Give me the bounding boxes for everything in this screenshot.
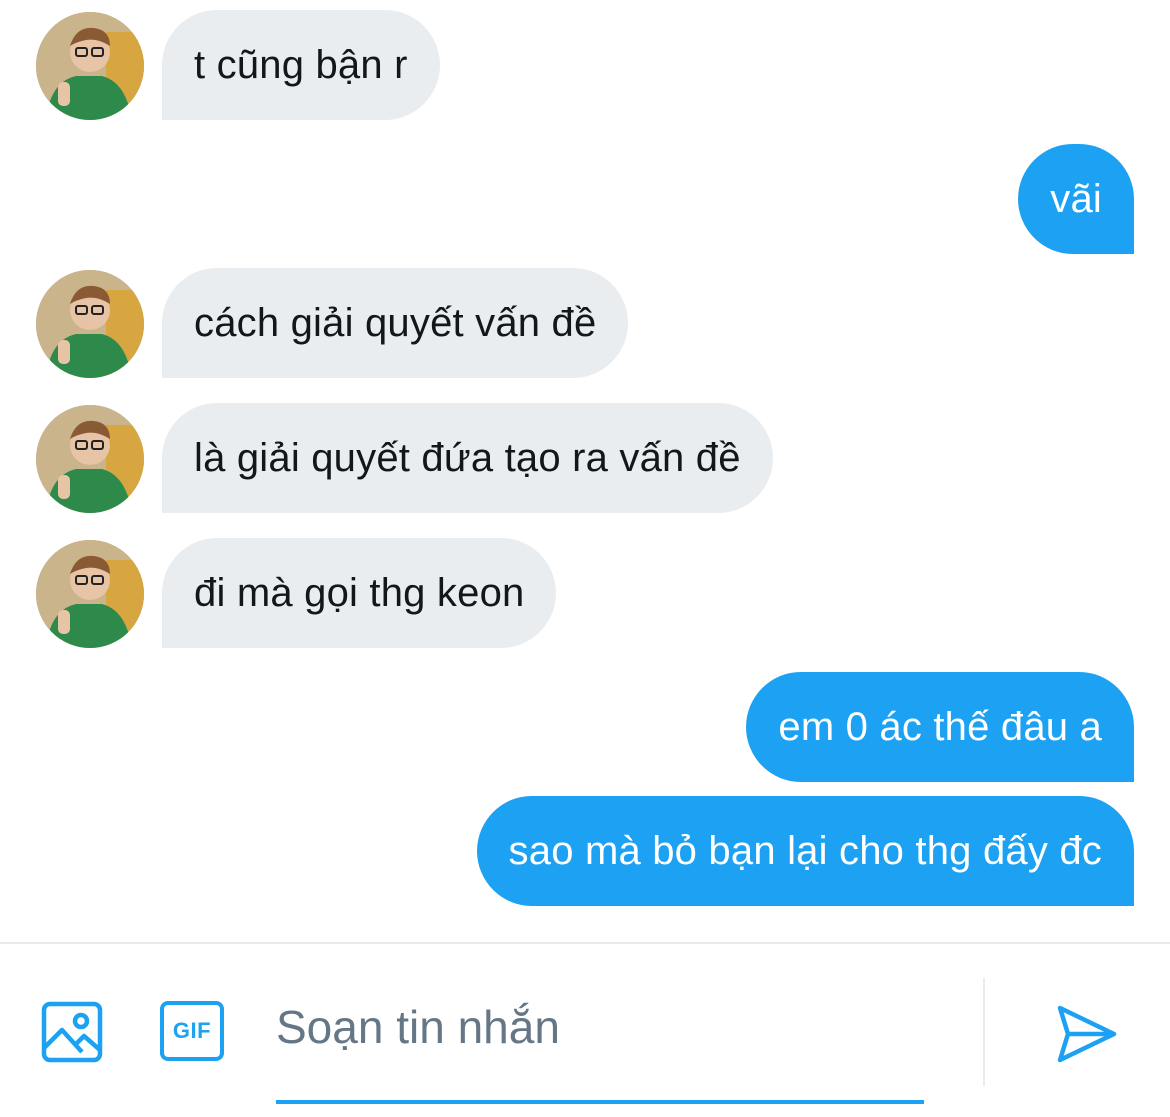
avatar-photo: [36, 405, 144, 513]
message-composer: GIF: [0, 942, 1170, 1117]
message-thread: t cũng bận r vãi cách giải quyết vấn đề: [0, 0, 1170, 942]
avatar-photo: [36, 12, 144, 120]
avatar[interactable]: [36, 12, 144, 120]
message-text: đi mà gọi thg keon: [194, 571, 525, 615]
message-text: t cũng bận r: [194, 43, 408, 87]
message-text: sao mà bỏ bạn lại cho thg đấy đc: [508, 829, 1102, 873]
message-text: vãi: [1050, 177, 1102, 221]
message-text: là giải quyết đứa tạo ra vấn đề: [194, 436, 741, 480]
avatar-photo: [36, 270, 144, 378]
message-bubble-outgoing[interactable]: em 0 ác thế đâu a: [746, 672, 1134, 782]
send-icon[interactable]: [1054, 1002, 1118, 1066]
avatar-photo: [36, 540, 144, 648]
avatar[interactable]: [36, 270, 144, 378]
message-bubble-incoming[interactable]: là giải quyết đứa tạo ra vấn đề: [162, 403, 773, 513]
gif-button[interactable]: GIF: [160, 1001, 224, 1061]
message-bubble-incoming[interactable]: t cũng bận r: [162, 10, 440, 120]
image-icon[interactable]: [40, 1000, 104, 1064]
avatar[interactable]: [36, 540, 144, 648]
message-bubble-outgoing[interactable]: vãi: [1018, 144, 1134, 254]
message-text: em 0 ác thế đâu a: [778, 705, 1102, 749]
composer-divider: [983, 978, 985, 1086]
message-text: cách giải quyết vấn đề: [194, 301, 597, 345]
message-bubble-outgoing[interactable]: sao mà bỏ bạn lại cho thg đấy đc: [476, 796, 1134, 906]
gif-label: GIF: [172, 1018, 212, 1043]
message-bubble-incoming[interactable]: đi mà gọi thg keon: [162, 538, 557, 648]
avatar[interactable]: [36, 405, 144, 513]
compose-message-input[interactable]: [276, 988, 924, 1066]
message-bubble-incoming[interactable]: cách giải quyết vấn đề: [162, 268, 629, 378]
input-focus-underline: [276, 1100, 924, 1104]
